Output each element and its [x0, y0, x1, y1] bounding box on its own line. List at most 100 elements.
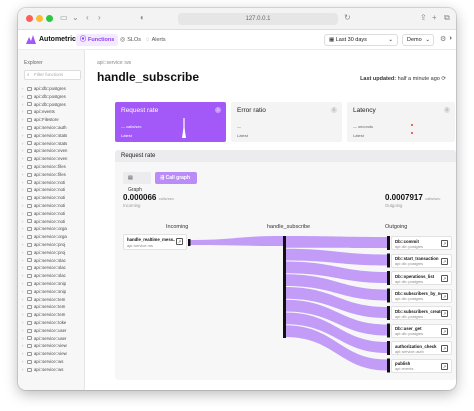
address-bar[interactable]: 127.0.0.1	[178, 13, 338, 25]
open-link-icon[interactable]: ↗	[441, 275, 448, 282]
outgoing-node[interactable]: publish api::events ↗	[391, 358, 452, 373]
sidebar-item[interactable]: › api::service::user	[18, 335, 84, 343]
chevron-down-icon: ⌄	[425, 37, 430, 43]
graph-view-button[interactable]: ▤ Graph	[123, 172, 151, 193]
browser-toolbar: ▭ ⌄ ‹ › ◐ 127.0.0.1 ↻ ⇪ + ⧉	[18, 8, 456, 30]
node-name: handle_realtime_mess...	[127, 237, 175, 242]
back-icon[interactable]: ‹	[86, 13, 89, 23]
new-tab-icon[interactable]: +	[432, 13, 437, 23]
share-icon[interactable]: ⇪	[420, 13, 427, 23]
sidebar-item[interactable]: › api::db::postgres	[18, 93, 84, 101]
refresh-icon[interactable]: ⟳	[441, 76, 446, 82]
help-icon[interactable]: ◑	[448, 35, 452, 42]
sidebar-item[interactable]: › api::service::tem	[18, 311, 84, 319]
sidebar-item[interactable]: › api::service::ws	[18, 366, 84, 374]
tabs-icon[interactable]: ⧉	[444, 13, 450, 23]
minimize-window-button[interactable]	[36, 15, 43, 22]
folder-icon	[27, 289, 32, 294]
sidebar-item[interactable]: › api::service::proj	[18, 249, 84, 257]
sidebar-item[interactable]: › api::service::view	[18, 350, 84, 358]
sidebar-item[interactable]: › api::service::noti	[18, 202, 84, 210]
outgoing-node[interactable]: Db::operations_list api::db::postgres ↗	[391, 271, 452, 285]
tab-slos[interactable]: ◎ SLOs	[116, 34, 145, 46]
sidebar-item[interactable]: › api::service::orga	[18, 225, 84, 233]
sidebar-item[interactable]: › api::events	[18, 108, 84, 116]
sidebar-item[interactable]: › api::service::ws	[18, 358, 84, 366]
sidebar-item[interactable]: › api::service::slac	[18, 272, 84, 280]
info-icon[interactable]: i	[444, 107, 450, 113]
sidebar-item[interactable]: › api::service::auth	[18, 124, 84, 132]
sidebar-item[interactable]: › api::service::user	[18, 327, 84, 335]
sidebar-item[interactable]: › api::service::noti	[18, 186, 84, 194]
sidebar-item[interactable]: › api::service::files	[18, 163, 84, 171]
latency-card[interactable]: Latency i — seconds Latest	[347, 102, 455, 142]
sidebar-item[interactable]: › api::service::slac	[18, 257, 84, 265]
sidebar-item[interactable]: › api::service::proj	[18, 241, 84, 249]
info-icon[interactable]: i	[215, 107, 221, 113]
folder-icon	[27, 118, 32, 123]
sidebar-item[interactable]: › api::service::tem	[18, 296, 84, 304]
module-name: api::service::ws	[97, 60, 132, 66]
sidebar-item[interactable]: › api::service::noti	[18, 210, 84, 218]
sidebar-item[interactable]: › api::service::even	[18, 155, 84, 163]
sidebar-item[interactable]: › api::service::noti	[18, 194, 84, 202]
sidebar-item[interactable]: › api::service::view	[18, 342, 84, 350]
settings-icon[interactable]: ⚙	[440, 35, 446, 43]
tab-functions[interactable]: ⦿ Functions	[76, 34, 119, 46]
request-rate-card[interactable]: Request rate i — calls/sec Latest	[115, 102, 226, 142]
time-range-select[interactable]: ▦ Last 30 days ⌄	[324, 34, 398, 46]
latency-point	[411, 132, 413, 134]
sidebar-item-label: api::service::files	[34, 163, 66, 169]
folder-icon	[27, 196, 32, 201]
open-link-icon[interactable]: ↗	[441, 240, 448, 247]
outgoing-node[interactable]: Db::subscribers_by_no...api::db::postgre…	[391, 288, 452, 303]
sidebar-item[interactable]: › api::service::orga	[18, 233, 84, 241]
info-icon[interactable]: i	[331, 107, 337, 113]
outgoing-node[interactable]: authorization_check api::service::auth ↗	[391, 341, 452, 355]
open-link-icon[interactable]: ↗	[441, 292, 448, 300]
sidebar-item-label: api::service::view	[34, 351, 67, 357]
outgoing-node[interactable]: Db::start_transaction api::db::postgres ↗	[391, 253, 452, 268]
open-link-icon[interactable]: ↗	[441, 257, 448, 265]
workspace-select[interactable]: Demo ⌄	[402, 34, 434, 46]
sidebar-toggle-icon[interactable]: ▭	[60, 13, 68, 23]
reload-icon[interactable]: ↻	[344, 13, 351, 23]
sidebar-item[interactable]: › api::service::files	[18, 171, 84, 179]
sidebar-item[interactable]: › api::service::toke	[18, 319, 84, 327]
sidebar-item-label: api::service::ws	[34, 366, 64, 372]
tab-alerts[interactable]: ◌ Alerts	[142, 34, 170, 46]
node-module: api::events	[395, 367, 414, 371]
incoming-node[interactable]: handle_realtime_mess... api::service::ws…	[123, 234, 187, 250]
sidebar-item[interactable]: › api::Filestore	[18, 116, 84, 124]
sidebar-item[interactable]: › api::service::snip	[18, 288, 84, 296]
sidebar-item[interactable]: › api::db::postgres	[18, 85, 84, 93]
sidebar-item[interactable]: › api::service::even	[18, 147, 84, 155]
open-link-icon[interactable]: ↗	[176, 238, 183, 245]
call-graph-view-button[interactable]: ⇶ Call graph	[155, 172, 197, 184]
sidebar-item[interactable]: › api::db::postgres	[18, 101, 84, 109]
outgoing-rate-label: Outgoing	[385, 203, 403, 208]
outgoing-node[interactable]: Db::subscribers_create api::db::postgres ↗	[391, 306, 452, 320]
close-window-button[interactable]	[26, 15, 33, 22]
sidebar-item[interactable]: › api::service::noti	[18, 179, 84, 187]
sidebar-item[interactable]: › api::service::stats	[18, 140, 84, 148]
open-link-icon[interactable]: ↗	[441, 310, 448, 317]
outgoing-node[interactable]: Db::user_get api::db::postgres ↗	[391, 323, 452, 338]
open-link-icon[interactable]: ↗	[441, 345, 448, 352]
tab-overview-icon[interactable]: ⌄	[72, 13, 79, 23]
filter-functions-input[interactable]: ⌕ Filter functions	[24, 70, 81, 80]
error-ratio-card[interactable]: Error ratio i — Latest	[231, 102, 342, 142]
sidebar-item-label: api::Filestore	[34, 117, 59, 123]
sidebar-item[interactable]: › api::service::snip	[18, 280, 84, 288]
sidebar-item[interactable]: › api::service::stats	[18, 132, 84, 140]
open-link-icon[interactable]: ↗	[441, 327, 448, 335]
open-link-icon[interactable]: ↗	[441, 362, 448, 370]
sidebar-item[interactable]: › api::service::noti	[18, 218, 84, 226]
maximize-window-button[interactable]	[46, 15, 53, 22]
sidebar-item-label: api::db::postgres	[34, 101, 66, 107]
forward-icon[interactable]: ›	[98, 13, 101, 23]
sidebar-item[interactable]: › api::service::tem	[18, 303, 84, 311]
sidebar-item[interactable]: › api::service::slac	[18, 264, 84, 272]
outgoing-node[interactable]: Db::commit api::db::postgres ↗	[391, 236, 452, 250]
node-module: api::db::postgres	[395, 279, 424, 284]
